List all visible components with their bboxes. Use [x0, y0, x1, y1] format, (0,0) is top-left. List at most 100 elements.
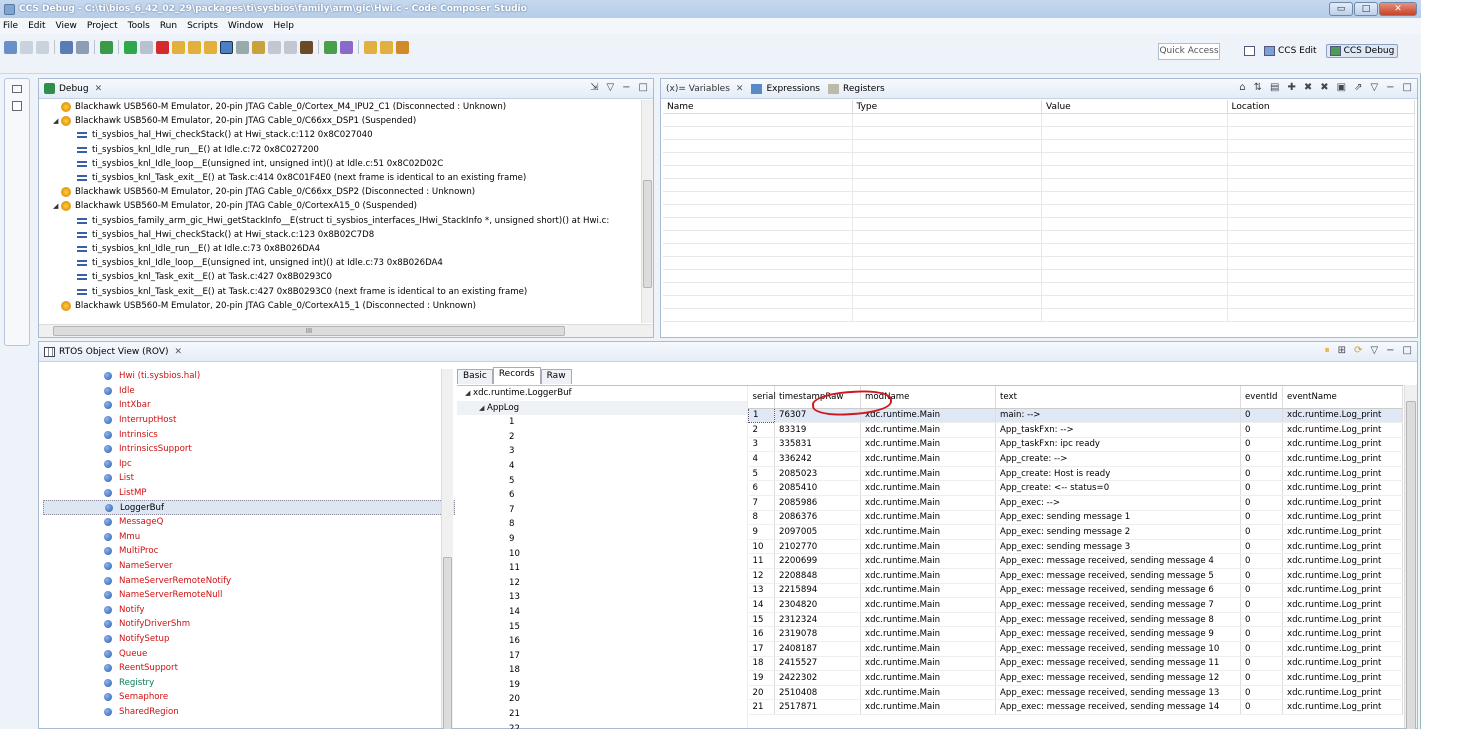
close-icon[interactable]: ✕ [95, 84, 103, 94]
tab-expressions[interactable]: Expressions [766, 84, 820, 94]
show-logical-structure-icon[interactable]: ⇅ [1254, 82, 1262, 93]
menu-tools[interactable]: Tools [128, 21, 150, 31]
record-index[interactable]: 2 [457, 430, 747, 445]
module-item[interactable]: IntrinsicsSupport [43, 442, 455, 457]
module-item[interactable]: Queue [43, 646, 455, 661]
table-row[interactable]: 11 2200699 xdc.runtime.Main App_exec: messa… [748, 553, 1403, 570]
debug-view-tab[interactable]: Debug ✕ ⇲ ▽ − □ [39, 79, 653, 99]
record-index[interactable]: 15 [457, 620, 747, 635]
maximize-view-icon[interactable]: □ [1403, 82, 1412, 93]
save-icon[interactable] [20, 40, 33, 54]
records-scrollbar[interactable] [1404, 385, 1417, 729]
stack-frame-row[interactable]: ti_sysbios_knl_Task_exit__E() at Task.c:… [43, 171, 639, 185]
menu-file[interactable]: File [3, 21, 18, 31]
col-location[interactable]: Location [1228, 100, 1415, 113]
module-item[interactable]: SharedRegion [43, 705, 455, 720]
remove-all-icon[interactable]: ✖ [1320, 82, 1328, 93]
col-event-id[interactable]: eventId [1240, 386, 1283, 409]
stack-frame-row[interactable]: ti_sysbios_knl_Idle_run__E() at Idle.c:7… [43, 143, 639, 157]
record-index[interactable]: 17 [457, 649, 747, 664]
rov-tab[interactable]: RTOS Object View (ROV) ✕ ⏸ ⊞ ⟳ ▽ − □ [39, 342, 1417, 362]
record-index[interactable]: 19 [457, 678, 747, 693]
record-index[interactable]: 21 [457, 707, 747, 722]
module-item[interactable]: NameServerRemoteNull [43, 588, 455, 603]
maximize-view-icon[interactable]: □ [639, 82, 648, 93]
hardware-breakpoint-icon[interactable] [300, 40, 313, 54]
module-item[interactable]: IntXbar [43, 398, 455, 413]
stack-frame-row[interactable]: ti_sysbios_family_arm_gic_Hwi_getStackIn… [43, 214, 639, 228]
menu-help[interactable]: Help [273, 21, 294, 31]
table-icon[interactable]: ⊞ [1338, 345, 1346, 356]
record-index[interactable]: 12 [457, 576, 747, 591]
debug-vscroll[interactable] [641, 100, 653, 323]
module-item[interactable]: InterruptHost [43, 413, 455, 428]
table-row[interactable]: 12 2208848 xdc.runtime.Main App_exec: messa… [748, 568, 1403, 584]
stack-frame-row[interactable]: ti_sysbios_knl_Task_exit__E() at Task.c:… [43, 284, 639, 298]
tab-raw[interactable]: Raw [540, 369, 572, 384]
module-item[interactable]: Intrinsics [43, 427, 455, 442]
terminate-icon[interactable] [156, 40, 169, 54]
menu-scripts[interactable]: Scripts [187, 21, 218, 31]
pin-icon[interactable] [396, 40, 409, 54]
new-view-icon[interactable]: ▣ [1337, 82, 1346, 93]
record-index[interactable]: 10 [457, 547, 747, 562]
table-row[interactable]: 17 2408187 xdc.runtime.Main App_exec: messa… [748, 641, 1403, 657]
suspend-icon[interactable] [140, 40, 153, 54]
table-row[interactable]: 20 2510408 xdc.runtime.Main App_exec: messa… [748, 685, 1403, 701]
stack-frame-row[interactable]: ti_sysbios_hal_Hwi_checkStack() at Hwi_s… [43, 228, 639, 242]
record-index[interactable]: 1 [457, 415, 747, 430]
table-row[interactable]: 7 2085986 xdc.runtime.Main App_exec: --> 0 xd… [748, 495, 1403, 511]
module-item[interactable]: ReentSupport [43, 661, 455, 676]
col-value[interactable]: Value [1042, 100, 1228, 113]
minimize-view-icon[interactable]: − [1386, 345, 1394, 356]
show-type-names-icon[interactable]: ⌂ [1239, 82, 1245, 93]
emulator-row[interactable]: ◢ Blackhawk USB560-M Emulator, 20-pin JTA… [43, 114, 639, 128]
minimize-view-icon[interactable]: − [622, 82, 630, 93]
table-row[interactable]: 14 2304820 xdc.runtime.Main App_exec: messa… [748, 597, 1403, 613]
col-type[interactable]: Type [853, 100, 1042, 113]
minimized-view-stack[interactable] [4, 78, 30, 346]
module-item[interactable]: MultiProc [43, 544, 455, 559]
maximize-button[interactable]: □ [1354, 2, 1378, 16]
menu-run[interactable]: Run [160, 21, 177, 31]
step-into-icon[interactable] [172, 40, 185, 54]
minimize-view-icon[interactable]: − [1386, 82, 1394, 93]
debug-icon[interactable] [100, 40, 113, 54]
record-index[interactable]: 8 [457, 517, 747, 532]
ccs-debug-perspective-button[interactable]: CCS Debug [1325, 44, 1399, 58]
table-row[interactable]: 16 2319078 xdc.runtime.Main App_exec: messa… [748, 626, 1403, 642]
record-index[interactable]: 18 [457, 663, 747, 678]
step-over-icon[interactable] [188, 40, 201, 54]
module-item[interactable]: NotifyDriverShm [43, 617, 455, 632]
stack-frame-row[interactable]: ti_sysbios_knl_Task_exit__E() at Task.c:… [43, 270, 639, 284]
table-row[interactable]: 6 2085410 xdc.runtime.Main App_create: <-- … [748, 480, 1403, 497]
record-index[interactable]: 22 [457, 722, 747, 729]
table-row[interactable]: 8 2086376 xdc.runtime.Main App_exec: sendin… [748, 510, 1403, 526]
module-item[interactable]: Semaphore [43, 690, 455, 705]
stack-frame-row[interactable]: ti_sysbios_hal_Hwi_checkStack() at Hwi_s… [43, 128, 639, 142]
module-item[interactable]: Hwi (ti.sysbios.hal) [43, 369, 455, 384]
emulator-row[interactable]: Blackhawk USB560-M Emulator, 20-pin JTAG… [43, 299, 639, 313]
record-index[interactable]: 16 [457, 634, 747, 649]
table-row[interactable]: 15 2312324 xdc.runtime.Main App_exec: messa… [748, 612, 1403, 628]
menu-edit[interactable]: Edit [28, 21, 45, 31]
pin-view-icon[interactable]: ⇗ [1354, 82, 1362, 93]
add-watch-icon[interactable]: ✚ [1287, 82, 1295, 93]
module-item[interactable]: Idle [43, 384, 455, 399]
emulator-row[interactable]: ◢ Blackhawk USB560-M Emulator, 20-pin JTA… [43, 199, 639, 213]
restore-icon[interactable] [12, 85, 22, 93]
tree-applog[interactable]: ◢ AppLog [457, 400, 747, 416]
table-row[interactable]: 2 83319 xdc.runtime.Main App_taskFxn: --> 0 x… [748, 422, 1403, 438]
menu-project[interactable]: Project [87, 21, 118, 31]
record-index[interactable]: 13 [457, 590, 747, 605]
expand-toggle-icon[interactable]: ◢ [53, 199, 61, 213]
load-program-icon[interactable] [252, 40, 265, 54]
module-item[interactable]: Mmu [43, 530, 455, 545]
close-icon[interactable]: ✕ [736, 84, 744, 94]
table-row[interactable]: 5 2085023 xdc.runtime.Main App_create: Host… [748, 466, 1403, 482]
record-index[interactable]: 6 [457, 488, 747, 503]
run-icon[interactable] [324, 40, 337, 54]
tree-root[interactable]: ◢ xdc.runtime.LoggerBuf [457, 386, 747, 401]
record-index[interactable]: 14 [457, 605, 747, 620]
view-menu-icon[interactable]: ▽ [606, 82, 614, 93]
